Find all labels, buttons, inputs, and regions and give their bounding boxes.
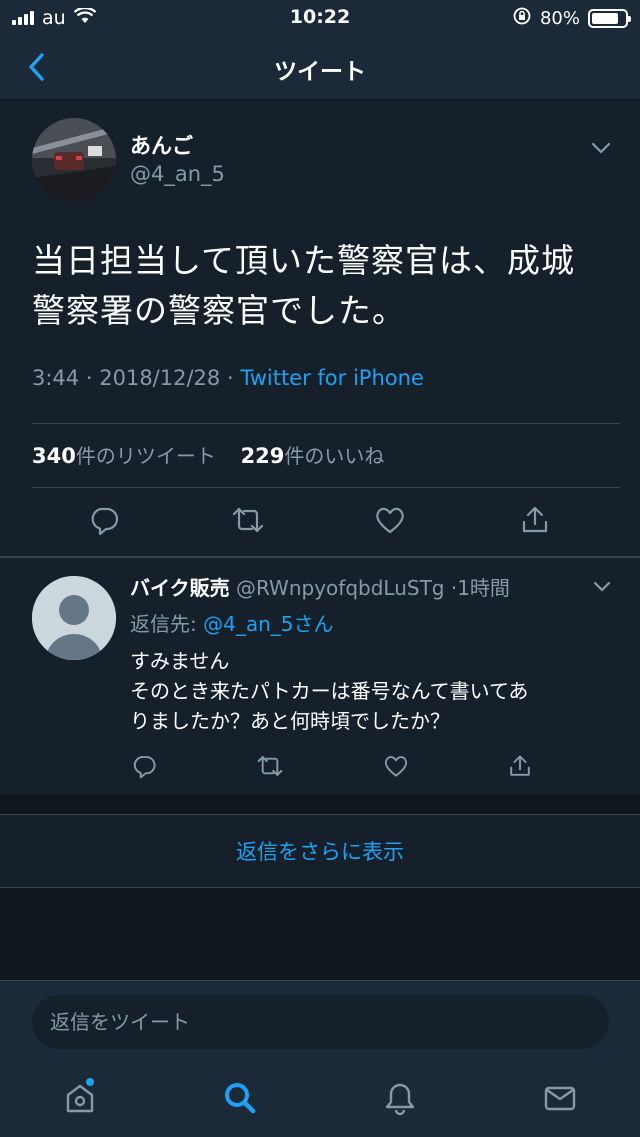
reply-header: バイク販売 @RWnpyofqbdLuSTg ·1時間 xyxy=(130,572,510,601)
search-icon[interactable] xyxy=(216,1076,264,1120)
reply-time: 1時間 xyxy=(457,576,510,600)
meta-separator: · xyxy=(226,366,234,390)
retweet-icon[interactable] xyxy=(250,746,290,786)
like-icon[interactable] xyxy=(376,746,416,786)
show-more-replies-button[interactable]: 返信をさらに表示 xyxy=(0,814,640,888)
tweet-source-link[interactable]: Twitter for iPhone xyxy=(240,366,424,390)
reply-to-prefix: 返信先: xyxy=(130,612,204,636)
empty-area xyxy=(0,888,640,980)
reply-tweet[interactable]: バイク販売 @RWnpyofqbdLuSTg ·1時間 返信先: @4_an_5… xyxy=(0,558,640,794)
tweet-text: 当日担当して頂いた警察官は、成城 警察署の警察官でした。 xyxy=(32,236,612,336)
author-name[interactable]: あんご xyxy=(130,130,193,160)
nav-bar: ツイート xyxy=(0,34,640,100)
compose-bar xyxy=(0,980,640,1062)
reply-text-line: りましたか？あと何時頃でしたか？ xyxy=(130,709,450,733)
divider xyxy=(32,423,620,424)
battery-percent: 80% xyxy=(539,8,580,29)
tweet-text-line: 当日担当して頂いた警察官は、成城 xyxy=(32,241,576,280)
tweet-time: 3:44 xyxy=(32,366,80,390)
page-title: ツイート xyxy=(274,59,366,85)
meta-separator: · xyxy=(85,366,93,390)
reply-to: 返信先: @4_an_5さん xyxy=(130,608,334,637)
retweet-stat[interactable]: 340件のリツイート xyxy=(32,444,216,468)
home-icon[interactable] xyxy=(56,1076,104,1120)
reply-text-line: そのとき来たパトカーは番号なんて書いてあ xyxy=(130,679,529,703)
tweet-actions xyxy=(0,500,640,546)
tab-bar xyxy=(0,1062,640,1137)
reply-author-handle[interactable]: @RWnpyofqbdLuSTg xyxy=(236,576,445,600)
reply-icon[interactable] xyxy=(84,500,124,540)
main-tweet: あんご @4_an_5 当日担当して頂いた警察官は、成城 警察署の警察官でした。… xyxy=(0,100,640,556)
divider xyxy=(0,794,640,814)
reply-icon[interactable] xyxy=(124,746,164,786)
notification-dot xyxy=(86,1078,94,1086)
messages-icon[interactable] xyxy=(536,1076,584,1120)
like-icon[interactable] xyxy=(370,500,410,540)
author-handle[interactable]: @4_an_5 xyxy=(130,162,225,186)
tweet-date: 2018/12/28 xyxy=(99,366,221,390)
reply-text: すみません そのとき来たパトカーは番号なんて書いてあ りましたか？あと何時頃でし… xyxy=(130,646,610,736)
avatar[interactable] xyxy=(32,118,116,202)
like-stat[interactable]: 229件のいいね xyxy=(241,444,385,468)
chevron-down-icon[interactable] xyxy=(590,140,612,159)
reply-text-line: すみません xyxy=(130,649,230,673)
reply-to-mention[interactable]: @4_an_5さん xyxy=(203,612,333,636)
reply-actions xyxy=(0,748,640,784)
tweet-text-line: 警察署の警察官でした。 xyxy=(32,291,406,330)
retweet-icon[interactable] xyxy=(228,500,268,540)
divider xyxy=(32,487,620,488)
notifications-icon[interactable] xyxy=(376,1076,424,1120)
orientation-lock-icon xyxy=(512,6,532,31)
share-icon[interactable] xyxy=(500,746,540,786)
status-bar: au 10:22 80% xyxy=(0,0,640,34)
tweet-stats: 340件のリツイート 229件のいいね xyxy=(32,440,384,469)
share-icon[interactable] xyxy=(515,500,555,540)
chevron-down-icon[interactable] xyxy=(592,578,612,597)
reply-input[interactable] xyxy=(32,995,609,1049)
avatar[interactable] xyxy=(32,576,116,660)
battery-icon xyxy=(588,9,631,28)
tweet-meta: 3:44 · 2018/12/28 · Twitter for iPhone xyxy=(32,366,424,390)
reply-author-name[interactable]: バイク販売 xyxy=(130,576,230,600)
